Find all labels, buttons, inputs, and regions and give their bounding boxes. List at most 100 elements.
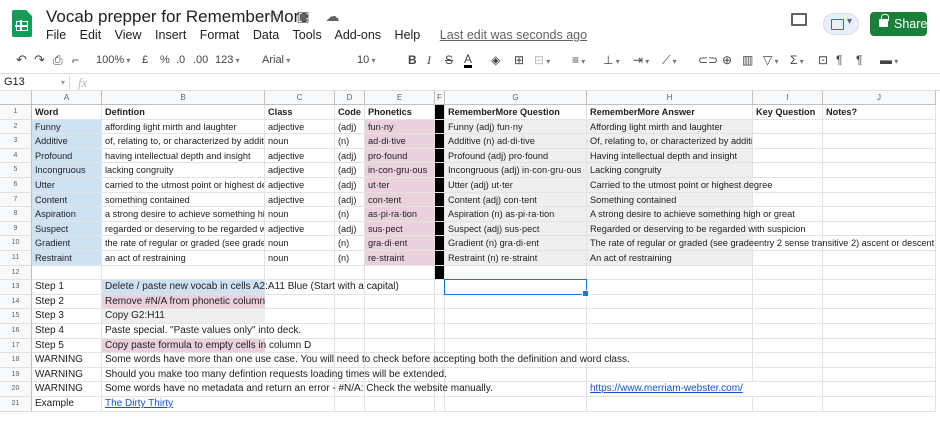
row-header[interactable]: 3 — [0, 134, 32, 149]
cell[interactable] — [335, 265, 365, 281]
redo-icon[interactable]: ↷ — [34, 53, 45, 67]
cell[interactable]: gra·di·ent — [365, 236, 435, 251]
cell[interactable] — [753, 265, 823, 281]
last-edit-link[interactable]: Last edit was seconds ago — [440, 28, 587, 42]
increase-decimal-button[interactable]: .00 — [193, 53, 208, 67]
cell[interactable] — [445, 294, 587, 310]
row-header[interactable]: 14 — [0, 294, 32, 310]
cell[interactable]: Some words have more than one use case. … — [102, 353, 630, 368]
cell[interactable]: adjective — [265, 221, 335, 237]
cell[interactable]: of, relating to, or characterized by add… — [102, 134, 265, 149]
cell[interactable] — [753, 367, 823, 383]
cell[interactable] — [823, 178, 936, 193]
cell[interactable]: con·tent — [365, 192, 435, 208]
cell[interactable]: (n) — [335, 251, 365, 266]
cell[interactable]: Should you make too many defintion reque… — [102, 368, 447, 383]
name-box[interactable]: G13 — [0, 75, 70, 91]
cell[interactable]: Funny (adj) fun·ny — [445, 119, 587, 135]
cell[interactable] — [753, 397, 823, 412]
cell[interactable]: Of, relating to, or characterized by add… — [587, 134, 753, 149]
cell[interactable]: Notes? — [823, 105, 936, 120]
comment-history-icon[interactable] — [791, 13, 807, 26]
cell[interactable]: RememberMore Question — [445, 105, 587, 120]
cell[interactable] — [823, 324, 936, 339]
cell[interactable] — [753, 163, 823, 178]
cell[interactable]: Aspiration (n) as·pi·ra·tion — [445, 207, 587, 222]
column-header-a[interactable]: A — [32, 91, 102, 105]
cell[interactable] — [753, 294, 823, 310]
cell[interactable]: Suspect (adj) sus·pect — [445, 221, 587, 237]
strikethrough-button[interactable]: S — [445, 53, 453, 67]
cell[interactable]: carried to the utmost point or highest d… — [102, 178, 265, 193]
column-header-e[interactable]: E — [365, 91, 435, 105]
cell[interactable]: Lacking congruity — [587, 163, 753, 178]
menu-view[interactable]: View — [115, 28, 142, 42]
cell[interactable] — [753, 338, 823, 354]
menu-addons[interactable]: Add-ons — [335, 28, 382, 42]
cell[interactable] — [823, 353, 936, 368]
cell[interactable]: Remove #N/A from phonetic column — [102, 294, 265, 310]
cell[interactable]: (adj) — [335, 192, 365, 208]
column-header-b[interactable]: B — [102, 91, 265, 105]
cell[interactable]: affording light mirth and laughter — [102, 119, 265, 135]
cell[interactable]: Aspiration — [32, 207, 102, 222]
cell[interactable]: Content — [32, 192, 102, 208]
menu-tools[interactable]: Tools — [293, 28, 322, 42]
cell[interactable] — [587, 338, 753, 354]
cell[interactable]: re·straint — [365, 251, 435, 266]
text-color-button[interactable]: A — [464, 53, 473, 68]
cell[interactable]: Additive (n) ad·di·tive — [445, 134, 587, 149]
cell[interactable] — [365, 309, 435, 324]
cell[interactable] — [365, 324, 435, 339]
cell[interactable]: ad·di·tive — [365, 134, 435, 149]
row-header[interactable]: 5 — [0, 163, 32, 178]
row-header[interactable]: 4 — [0, 148, 32, 164]
cell[interactable] — [587, 397, 753, 412]
cell[interactable]: in·con·gru·ous — [365, 163, 435, 178]
cell[interactable]: (adj) — [335, 163, 365, 178]
cell[interactable]: WARNING — [32, 382, 102, 397]
cell[interactable]: Additive — [32, 134, 102, 149]
cell[interactable] — [435, 294, 445, 310]
insert-comment-icon[interactable]: ⊕ — [722, 53, 732, 67]
cell[interactable]: Restraint — [32, 251, 102, 266]
cell[interactable]: (adj) — [335, 119, 365, 135]
cell[interactable] — [823, 119, 936, 135]
cell[interactable]: The rate of regular or graded (see grade… — [587, 236, 934, 251]
horizontal-align-icon[interactable]: ≡ — [572, 53, 585, 69]
cell[interactable] — [102, 265, 265, 281]
cell[interactable]: Paste special. "Paste values only" into … — [102, 324, 301, 339]
cell[interactable]: Step 2 — [32, 294, 102, 310]
print-icon[interactable]: ⎙ — [53, 53, 63, 67]
cell[interactable] — [435, 265, 445, 281]
cell[interactable] — [823, 367, 936, 383]
cell[interactable] — [435, 134, 445, 149]
cell[interactable]: Word — [32, 105, 102, 120]
cell[interactable] — [445, 265, 587, 281]
cell[interactable]: Some words have no metadata and return a… — [102, 382, 493, 397]
cell[interactable]: Having intellectual depth and insight — [587, 148, 753, 164]
cell[interactable]: WARNING — [32, 353, 102, 368]
cell[interactable]: regarded or deserving to be regarded wit… — [102, 221, 265, 237]
present-button[interactable] — [823, 13, 859, 35]
cell[interactable] — [823, 148, 936, 164]
cell[interactable] — [823, 294, 936, 310]
cell[interactable]: Restraint (n) re·straint — [445, 251, 587, 266]
cell[interactable]: Gradient (n) gra·di·ent — [445, 236, 587, 251]
cell[interactable]: adjective — [265, 148, 335, 164]
row-header[interactable]: 15 — [0, 309, 32, 324]
column-header-h[interactable]: H — [587, 91, 753, 105]
paint-format-icon[interactable]: ⌐ — [72, 53, 79, 67]
cell[interactable] — [823, 397, 936, 412]
cell[interactable]: lacking congruity — [102, 163, 265, 178]
vertical-align-icon[interactable]: ⊥ — [603, 53, 620, 69]
cell[interactable]: Profound (adj) pro·found — [445, 148, 587, 164]
cell[interactable]: (n) — [335, 134, 365, 149]
font-size-select[interactable]: 10 — [357, 53, 376, 68]
merge-cells-icon[interactable]: ⊟ — [534, 53, 550, 69]
column-header-i[interactable]: I — [753, 91, 823, 105]
cell[interactable] — [435, 338, 445, 354]
cell[interactable] — [823, 134, 936, 149]
cell[interactable]: Utter (adj) ut·ter — [445, 178, 587, 193]
decrease-decimal-button[interactable]: .0 — [176, 53, 185, 67]
